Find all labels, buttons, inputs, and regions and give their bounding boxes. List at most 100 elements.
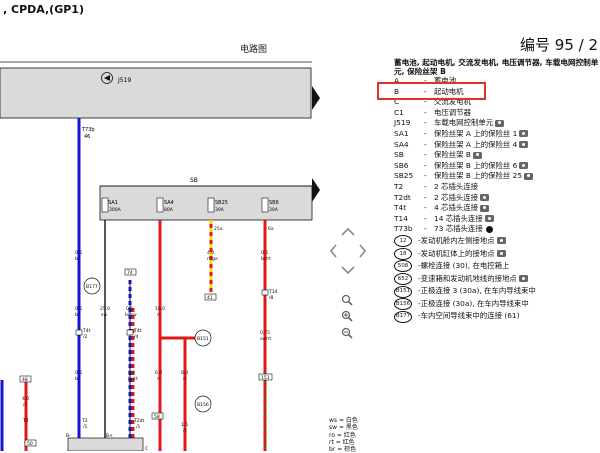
legend-code: SB6 bbox=[394, 160, 409, 170]
camera-icon[interactable] bbox=[519, 130, 529, 138]
page-no: 95 / 2 bbox=[554, 36, 599, 54]
color-key-entry: br = 棕色 bbox=[329, 446, 358, 453]
legend-item: C1 - 电压调节器 bbox=[394, 108, 600, 119]
color-name: 红色 bbox=[342, 438, 355, 446]
legend-dash: - bbox=[424, 118, 427, 128]
legend-desc-text: 保险丝架 B bbox=[434, 150, 471, 160]
connection-code-badge: B156 bbox=[394, 298, 412, 311]
connection-refs: B177 B151 B156 bbox=[83, 277, 212, 413]
legend-code: T4t bbox=[394, 203, 407, 213]
svg-text:0.5: 0.5 bbox=[128, 370, 135, 376]
legend-code: T73b bbox=[394, 224, 413, 234]
legend-dash: - bbox=[424, 139, 427, 149]
color-separator: = bbox=[337, 417, 346, 424]
svg-text:4.0: 4.0 bbox=[207, 250, 214, 256]
zoom-reset-icon[interactable] bbox=[341, 310, 353, 322]
camera-icon[interactable] bbox=[480, 194, 490, 202]
next-page-arrow-bottom[interactable] bbox=[312, 178, 320, 202]
svg-text:25.0: 25.0 bbox=[100, 306, 110, 312]
legend-dash: - bbox=[424, 224, 427, 234]
camera-icon[interactable] bbox=[472, 151, 482, 159]
svg-text:0.5: 0.5 bbox=[75, 370, 82, 376]
legend-item: J519 - 车载电网控制单元 bbox=[394, 118, 600, 129]
svg-text:/1: /1 bbox=[136, 424, 141, 430]
svg-text:10.0: 10.0 bbox=[155, 306, 165, 312]
svg-text:6.0: 6.0 bbox=[181, 370, 188, 376]
legend-item: T2dt -2 芯插头连接 bbox=[394, 193, 600, 204]
svg-text:300A: 300A bbox=[109, 207, 122, 213]
camera-icon[interactable] bbox=[518, 275, 528, 283]
svg-text:bl: bl bbox=[75, 312, 79, 318]
svg-text:48: 48 bbox=[22, 377, 28, 383]
legend-code: T2 bbox=[394, 181, 404, 191]
svg-text:B156: B156 bbox=[197, 402, 209, 408]
legend-desc-text: 保险丝架 B 上的保险丝 25 bbox=[434, 171, 523, 181]
legend-connection: 12- 发动机舱内左侧接地点 bbox=[394, 235, 600, 248]
pan-up-icon bbox=[341, 227, 355, 236]
color-name: 白色 bbox=[345, 417, 358, 424]
next-page-arrow-top[interactable] bbox=[312, 86, 320, 110]
camera-icon[interactable] bbox=[496, 250, 506, 257]
legend-dash: - bbox=[424, 203, 427, 213]
svg-text:bl: bl bbox=[75, 256, 79, 262]
svg-text:sw/rt: sw/rt bbox=[260, 336, 271, 342]
legend-code: T2dt bbox=[394, 192, 411, 202]
legend-item: SA4 - 保险丝架 A 上的保险丝 4 bbox=[394, 140, 600, 151]
document-type: 电路图 bbox=[240, 45, 268, 55]
camera-icon[interactable] bbox=[484, 215, 494, 223]
svg-text:/4: /4 bbox=[134, 334, 139, 340]
svg-text:B+: B+ bbox=[106, 433, 113, 439]
svg-text:0.75: 0.75 bbox=[260, 330, 270, 336]
connection-code-badge: B151 bbox=[394, 285, 412, 298]
color-name: 棕色 bbox=[344, 446, 357, 453]
svg-text:41: 41 bbox=[207, 295, 213, 301]
camera-icon[interactable] bbox=[496, 237, 506, 245]
connector-figure-icon[interactable] bbox=[485, 225, 493, 233]
zoom-out-icon[interactable] bbox=[341, 327, 353, 339]
svg-text:30A: 30A bbox=[215, 207, 225, 213]
zoom-in-icon[interactable] bbox=[341, 294, 353, 306]
legend-connection: B151- 正极连接 3 (30a), 在车内导线束中 bbox=[394, 285, 600, 298]
legend-connection: 508- 螺栓连接 (30), 在电控箱上 bbox=[394, 260, 600, 273]
svg-text:B177: B177 bbox=[86, 284, 98, 290]
legend-dash: - bbox=[424, 171, 427, 181]
svg-text:SA4: SA4 bbox=[164, 200, 174, 206]
svg-text:SA1: SA1 bbox=[108, 200, 118, 206]
fuse-sb25 bbox=[207, 197, 215, 213]
legend-title: 蓄电池, 起动电机, 交流发电机, 电压调节器, 车载电网控制单元, 保险丝架 … bbox=[394, 58, 599, 76]
pan-right-icon bbox=[359, 244, 367, 258]
svg-text:T4t: T4t bbox=[133, 328, 142, 334]
legend-dash: - bbox=[424, 192, 427, 202]
svg-text:rt: rt bbox=[23, 402, 27, 408]
legend-desc: 正极连接 (30a), 在车内导线束中 bbox=[421, 299, 529, 310]
color-separator: = bbox=[335, 446, 345, 453]
svg-text:rt: rt bbox=[183, 376, 187, 382]
legend-connection: B177- 车内空间导线束中的连接 (61) bbox=[394, 310, 600, 323]
svg-text:0.5: 0.5 bbox=[261, 250, 268, 256]
legend-desc: 发动机舱内左侧接地点 bbox=[421, 236, 506, 247]
camera-icon[interactable] bbox=[519, 162, 529, 170]
svg-text:T2: T2 bbox=[22, 418, 29, 424]
legend-dash: - bbox=[424, 150, 427, 160]
camera-icon[interactable] bbox=[495, 119, 505, 127]
wire-annotations: 0.5 bl 0.5 bl 25.0 sw 0.5 bl/sw 10.0 rt … bbox=[22, 226, 274, 434]
fuse-sa4 bbox=[156, 197, 164, 213]
legend-dash: - bbox=[424, 160, 427, 170]
color-separator: = bbox=[333, 438, 343, 446]
svg-text:6a: 6a bbox=[268, 226, 274, 232]
legend-connection: 18- 发动机缸体上的接地点 bbox=[394, 247, 600, 261]
legend-desc: 2 芯插头连接 bbox=[434, 193, 600, 204]
legend-desc-text: 发动机舱内左侧接地点 bbox=[420, 235, 495, 245]
pan-controls[interactable] bbox=[328, 226, 368, 276]
camera-icon[interactable] bbox=[524, 172, 534, 180]
legend-code: SB bbox=[394, 150, 404, 160]
legend-desc: 正极连接 3 (30a), 在车内导线束中 bbox=[421, 286, 536, 297]
svg-text:1.5: 1.5 bbox=[181, 422, 188, 428]
camera-icon[interactable] bbox=[480, 204, 490, 212]
svg-text:/2: /2 bbox=[83, 334, 88, 340]
reference-boxes: 74 41 151 58 48 50 bbox=[19, 268, 273, 447]
svg-text:0.5: 0.5 bbox=[75, 250, 82, 256]
connection-code-badge: 652 bbox=[394, 272, 412, 285]
camera-icon[interactable] bbox=[519, 141, 529, 149]
svg-text:6.0: 6.0 bbox=[155, 370, 162, 376]
